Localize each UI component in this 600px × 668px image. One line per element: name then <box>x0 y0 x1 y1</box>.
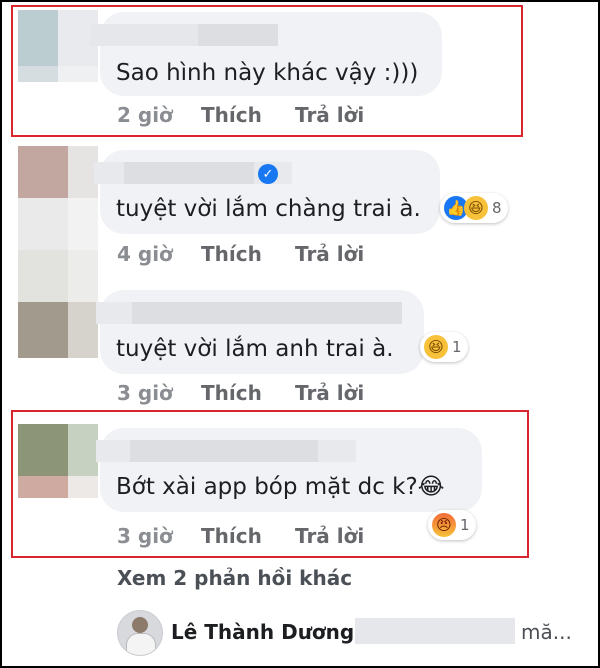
highlight-box <box>11 410 529 558</box>
blurred-author-name[interactable] <box>96 302 132 324</box>
comment-text: tuyệt vời lắm chàng trai à. <box>116 196 421 222</box>
avatar[interactable] <box>117 610 163 656</box>
author-name[interactable]: Lê Thành Dương <box>171 620 354 644</box>
comment-text-trail: mă... <box>521 620 572 644</box>
reply-comment-row: Lê Thành Dương mă... <box>117 606 587 662</box>
reaction-count: 1 <box>452 338 462 356</box>
reactions-summary[interactable]: 👍 😆 8 <box>440 193 508 223</box>
like-link[interactable]: Thích <box>201 242 262 266</box>
avatar[interactable] <box>18 146 98 430</box>
reply-link[interactable]: Trả lời <box>295 242 364 266</box>
comment-text: tuyệt vời lắm anh trai à. <box>116 336 394 362</box>
blurred-comment-text <box>355 618 515 644</box>
blurred-author-name[interactable] <box>124 162 254 184</box>
highlight-box <box>11 5 523 137</box>
haha-icon: 😆 <box>424 335 448 359</box>
haha-icon: 😆 <box>464 196 488 220</box>
reply-link[interactable]: Trả lời <box>295 381 364 405</box>
blurred-author-name[interactable] <box>94 162 124 184</box>
reaction-count: 8 <box>492 199 502 217</box>
comment-bubble: tuyệt vời lắm anh trai à. <box>96 290 424 374</box>
timestamp[interactable]: 3 giờ <box>117 381 173 405</box>
view-more-replies-link[interactable]: Xem 2 phản hồi khác <box>117 566 352 590</box>
blurred-author-name[interactable] <box>132 302 402 324</box>
like-link[interactable]: Thích <box>201 381 262 405</box>
timestamp[interactable]: 4 giờ <box>117 242 173 266</box>
comment-bubble: ✓ tuyệt vời lắm chàng trai à. <box>94 150 440 234</box>
reactions-summary[interactable]: 😆 1 <box>420 332 468 362</box>
verified-badge-icon: ✓ <box>258 164 278 184</box>
